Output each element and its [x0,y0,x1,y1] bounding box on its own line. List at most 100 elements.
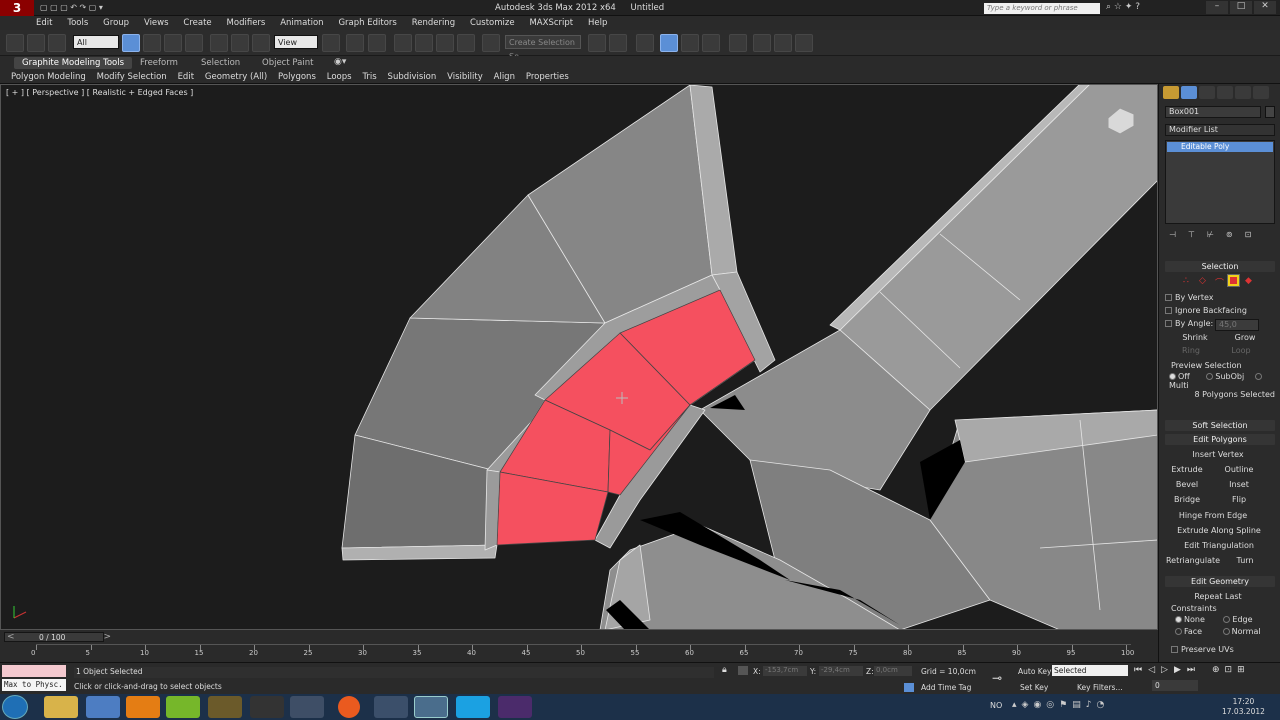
hierarchy-tab-icon[interactable] [1199,86,1215,99]
add-time-tag[interactable]: Add Time Tag [921,683,971,692]
by-angle-checkbox[interactable] [1165,320,1172,327]
panel-visibility[interactable]: Visibility [443,70,487,84]
preview-subobj-radio[interactable] [1206,373,1214,380]
menu-edit[interactable]: Edit [30,16,58,30]
loop-button[interactable]: Loop [1221,345,1261,357]
menu-create[interactable]: Create [177,16,217,30]
time-tag-icon[interactable] [904,683,914,692]
maxscript-listener[interactable] [2,665,66,677]
selection-set-dropdown[interactable]: Selected [1052,665,1128,676]
grow-button[interactable]: Grow [1221,332,1269,344]
rect-selection-icon[interactable] [164,34,182,52]
viewport-nav-controls[interactable]: ⊕⊡⊞ [1212,665,1250,675]
angle-snap-icon[interactable] [415,34,433,52]
premiere-icon[interactable] [498,696,532,718]
reference-coord-dropdown[interactable]: View [274,35,318,49]
graphite-toggle-icon[interactable] [660,34,678,52]
motion-tab-icon[interactable] [1217,86,1233,99]
bevel-button[interactable]: Bevel [1167,479,1207,491]
layer-manager-icon[interactable] [636,34,654,52]
app-logo-icon[interactable]: 3 [0,0,34,16]
extrude-along-spline-button[interactable]: Extrude Along Spline [1167,525,1271,537]
tab-object-paint[interactable]: Object Paint [254,57,321,69]
menu-views[interactable]: Views [138,16,175,30]
key-icon[interactable]: ⊸ [992,671,1002,685]
menu-help[interactable]: Help [582,16,613,30]
rollout-selection[interactable]: Selection [1165,261,1275,272]
z-coord-field[interactable]: 0,0cm [874,666,912,676]
edit-triangulation-button[interactable]: Edit Triangulation [1167,540,1271,552]
panel-align[interactable]: Align [490,70,519,84]
3dsmax-icon[interactable] [414,696,448,718]
constraint-none-radio[interactable] [1175,616,1182,623]
schematic-view-icon[interactable] [702,34,720,52]
skype-icon[interactable] [456,696,490,718]
angle-spinner[interactable]: 45,0 [1215,319,1259,331]
preview-off-radio[interactable] [1169,373,1176,380]
mirror-icon[interactable] [588,34,606,52]
edit-named-sel-icon[interactable] [482,34,500,52]
explorer-icon[interactable] [44,696,78,718]
select-manipulate-icon[interactable] [346,34,364,52]
insert-vertex-button[interactable]: Insert Vertex [1171,449,1265,461]
material-editor-icon[interactable] [729,34,747,52]
rollout-soft-selection[interactable]: Soft Selection [1165,420,1275,431]
extrude-button[interactable]: Extrude [1167,464,1207,476]
menu-tools[interactable]: Tools [61,16,94,30]
stack-item-editable-poly[interactable]: Editable Poly [1167,142,1273,152]
named-selection-dropdown[interactable]: Create Selection Se [505,35,581,61]
transform-mode-icon[interactable] [738,666,748,675]
display-tab-icon[interactable] [1235,86,1251,99]
align-icon[interactable] [609,34,627,52]
menu-graph-editors[interactable]: Graph Editors [332,16,402,30]
perspective-viewport[interactable]: [ + ] [ Perspective ] [ Realistic + Edge… [0,84,1158,630]
polygon-mode-icon[interactable] [1227,274,1240,287]
panel-polygon-modeling[interactable]: Polygon Modeling [7,70,90,84]
time-slider-prev[interactable]: < [7,632,15,642]
link-icon[interactable] [6,34,24,52]
ribbon-options-icon[interactable]: ◉▾ [334,57,346,67]
shrink-button[interactable]: Shrink [1171,332,1219,344]
curve-editor-icon[interactable] [681,34,699,52]
viewport-label[interactable]: [ + ] [ Perspective ] [ Realistic + Edge… [6,88,193,97]
render-setup-icon[interactable] [753,34,771,52]
bind-spacewarp-icon[interactable] [48,34,66,52]
preview-multi-radio[interactable] [1254,373,1262,380]
menu-modifiers[interactable]: Modifiers [221,16,272,30]
object-name-field[interactable]: Box001 [1165,106,1261,118]
wow-icon[interactable] [208,696,242,718]
selection-filter-dropdown[interactable]: All [73,35,119,49]
help-icons[interactable]: ⌕ ☆ ✦ ? [1106,2,1140,12]
mesh-render[interactable] [0,84,1158,630]
clock[interactable]: 17:20 17.03.2012 [1222,697,1265,717]
spotify-icon[interactable] [166,696,200,718]
close-icon[interactable]: ✕ [1254,1,1276,14]
tray-icons[interactable]: ▴◈◉◎⚑▤♪◔ [1012,700,1109,710]
tab-graphite-modeling-tools[interactable]: Graphite Modeling Tools [14,57,133,69]
element-mode-icon[interactable]: ◆ [1245,276,1252,286]
menu-maxscript[interactable]: MAXScript [523,16,579,30]
menu-rendering[interactable]: Rendering [406,16,461,30]
tab-freeform[interactable]: Freeform [132,57,186,69]
time-slider[interactable]: < 0 / 100 > [4,632,111,642]
x-coord-field[interactable]: -153,7cm [763,666,807,676]
panel-edit[interactable]: Edit [174,70,198,84]
window-controls[interactable]: – □ ✕ [1206,1,1278,14]
rendered-frame-icon[interactable] [774,34,792,52]
vlc-icon[interactable] [126,696,160,718]
current-frame-field[interactable]: 0 [1152,680,1198,691]
time-slider-next[interactable]: > [103,632,111,642]
turn-button[interactable]: Turn [1223,555,1267,567]
app-icon[interactable] [250,696,284,718]
keyboard-shortcut-icon[interactable] [368,34,386,52]
render-production-icon[interactable] [795,34,813,52]
scale-icon[interactable] [252,34,270,52]
select-by-name-icon[interactable] [143,34,161,52]
outline-button[interactable]: Outline [1219,464,1259,476]
repeat-last-button[interactable]: Repeat Last [1171,591,1265,603]
utilities-tab-icon[interactable] [1253,86,1269,99]
menu-animation[interactable]: Animation [274,16,329,30]
preserve-uvs-checkbox[interactable] [1171,646,1178,653]
select-object-icon[interactable] [122,34,140,52]
start-button-icon[interactable] [2,695,28,719]
